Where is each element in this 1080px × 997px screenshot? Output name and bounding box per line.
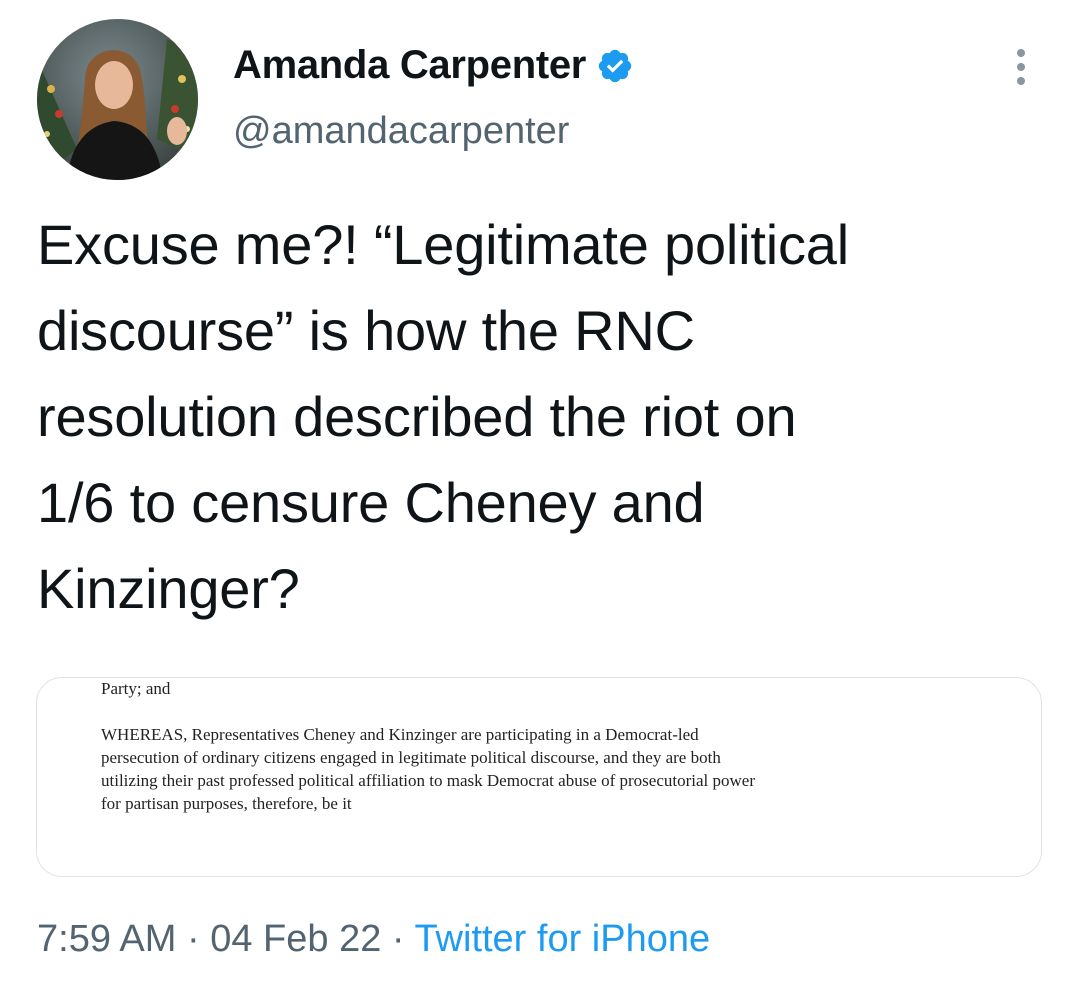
avatar[interactable] <box>37 19 198 180</box>
more-options-icon[interactable] <box>1010 47 1032 87</box>
avatar-image <box>37 19 198 180</box>
tweet-text-line: discourse” is how the RNC <box>37 299 695 362</box>
tweet-date[interactable]: 04 Feb 22 <box>210 918 381 960</box>
author-name-row: Amanda Carpenter <box>233 43 634 88</box>
tweet-meta: 7:59 AM · 04 Feb 22 · Twitter for iPhone <box>37 918 710 961</box>
document-line: Party; and <box>101 679 171 698</box>
tweet-text-line: Kinzinger? <box>37 557 300 620</box>
verified-badge-icon <box>598 49 632 82</box>
document-line: for partisan purposes, therefore, be it <box>101 794 352 813</box>
tweet-text-line: 1/6 to censure Cheney and <box>37 471 705 534</box>
document-line: persecution of ordinary citizens engaged… <box>101 748 721 767</box>
tweet-text-line: resolution described the riot on <box>37 385 797 448</box>
tweet-source-link[interactable]: Twitter for iPhone <box>414 918 710 960</box>
tweet-time[interactable]: 7:59 AM <box>37 918 176 960</box>
tweet-text-line: Excuse me?! “Legitimate political <box>37 213 849 276</box>
document-line: utilizing their past professed political… <box>101 771 755 790</box>
author-handle[interactable]: @amandacarpenter <box>233 110 569 153</box>
document-line: WHEREAS, Representatives Cheney and Kinz… <box>101 725 699 744</box>
author-display-name[interactable]: Amanda Carpenter <box>233 43 586 88</box>
document-paragraph: WHEREAS, Representatives Cheney and Kinz… <box>101 723 951 815</box>
meta-separator: · <box>176 918 211 960</box>
meta-separator: · <box>381 918 415 960</box>
tweet-text: Excuse me?! “Legitimate political discou… <box>37 202 1047 632</box>
tweet-media-image[interactable]: Party; and WHEREAS, Representatives Chen… <box>36 677 1042 877</box>
